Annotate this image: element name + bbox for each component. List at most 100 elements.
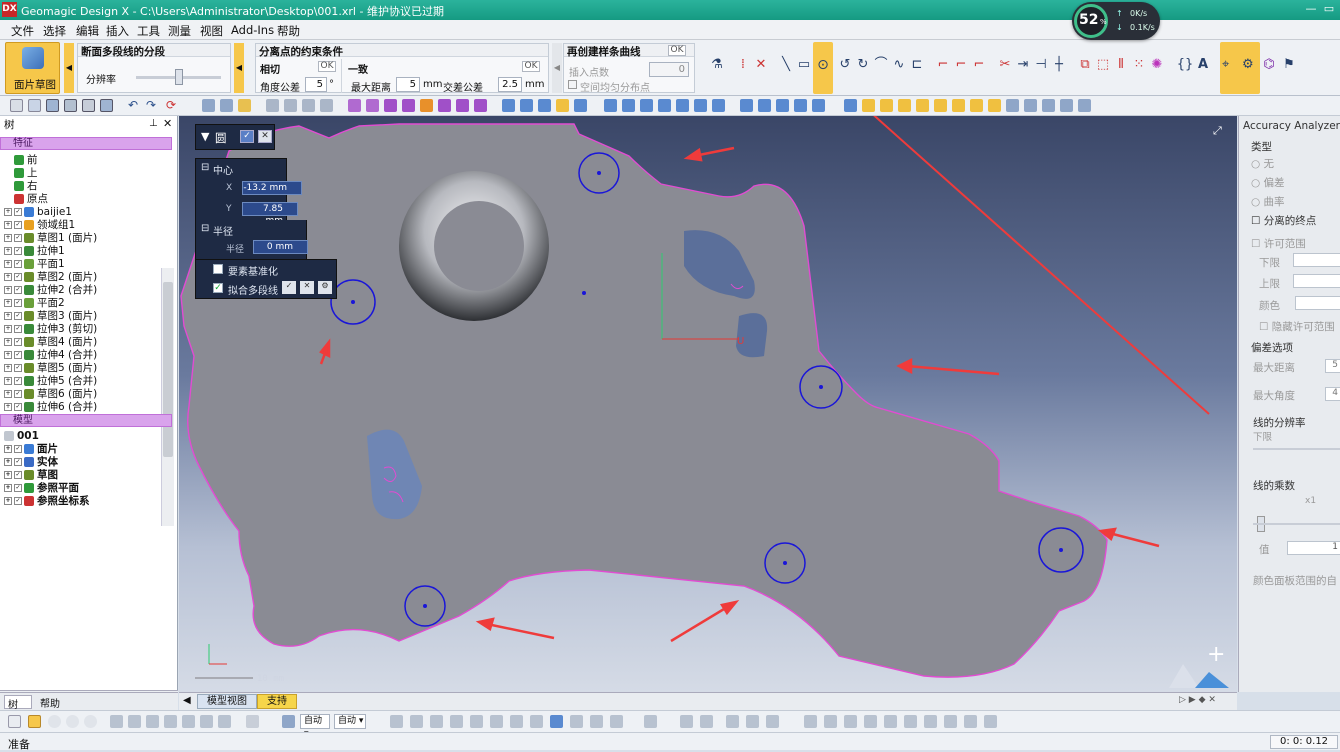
text-icon[interactable]: A: [1194, 56, 1212, 74]
collapse-icon[interactable]: ◀: [234, 43, 244, 93]
select-brush-icon[interactable]: [84, 715, 97, 728]
filter-icon-1[interactable]: [844, 99, 857, 112]
tab-model-view[interactable]: 模型视图: [197, 694, 257, 709]
opt-deviation[interactable]: ○ 偏差: [1251, 175, 1285, 190]
tree-item[interactable]: 上: [14, 167, 38, 180]
import-icon[interactable]: [64, 99, 77, 112]
maximize-view-icon[interactable]: ⤢: [1213, 124, 1222, 137]
tree-item[interactable]: + ✓ 拉伸2 (合并): [4, 284, 97, 297]
filter-tool-2[interactable]: [410, 715, 423, 728]
lower-input[interactable]: [1293, 253, 1340, 267]
cancel-icon[interactable]: ✕: [258, 130, 272, 143]
arc-icon[interactable]: ↺: [836, 56, 854, 74]
max-distance-input[interactable]: 5: [396, 77, 420, 92]
filter-icon-5[interactable]: [916, 99, 929, 112]
cube-front-icon[interactable]: [502, 99, 515, 112]
display-icon-2[interactable]: [402, 99, 415, 112]
rotate2-icon[interactable]: [366, 99, 379, 112]
snap-tool-6[interactable]: [804, 715, 817, 728]
spline-ok-toggle[interactable]: OK: [668, 45, 686, 56]
model-tree-item[interactable]: + ✓ 实体: [4, 456, 58, 469]
menu-view[interactable]: 视图: [200, 23, 223, 39]
open-icon[interactable]: [28, 99, 41, 112]
shade-icon-7[interactable]: [712, 99, 725, 112]
maximize-button[interactable]: ▭: [1322, 3, 1336, 15]
line-icon[interactable]: ╲: [777, 56, 795, 74]
section-icon-3[interactable]: [776, 99, 789, 112]
shade-icon-2[interactable]: [622, 99, 635, 112]
filter-tool-5[interactable]: [470, 715, 483, 728]
upper-input[interactable]: [1293, 274, 1340, 288]
view-icon-1[interactable]: [202, 99, 215, 112]
separated-endpoint[interactable]: ☐ 分离的终点: [1251, 213, 1316, 228]
slot-icon[interactable]: ⊏: [908, 56, 926, 74]
cross-tolerance-input[interactable]: 2.5: [498, 77, 522, 92]
display-icon-5[interactable]: [456, 99, 469, 112]
tree-item[interactable]: + ✓ 草图3 (面片): [4, 310, 97, 323]
shade-icon-3[interactable]: [640, 99, 653, 112]
part-canvas[interactable]: U 10 mm + ⤢: [179, 116, 1237, 692]
rectangle-icon[interactable]: ▭: [795, 56, 813, 74]
snap-tool-5[interactable]: [766, 715, 779, 728]
snap-tool-2[interactable]: [700, 715, 713, 728]
multiplier-slider[interactable]: [1253, 523, 1340, 525]
menu-edit[interactable]: 编辑: [76, 23, 99, 39]
shade-icon-6[interactable]: [694, 99, 707, 112]
close-icon[interactable]: ✕: [163, 117, 172, 130]
scrollbar-thumb[interactable]: [163, 282, 173, 457]
snap-tool-8[interactable]: [844, 715, 857, 728]
tree-item[interactable]: + ✓ 平面2: [4, 297, 65, 310]
snap-tool-15[interactable]: [984, 715, 997, 728]
tree-item[interactable]: + ✓ 平面1: [4, 258, 65, 271]
resolution-slider[interactable]: [1253, 448, 1340, 450]
rebuild-icon[interactable]: ⟳: [166, 98, 176, 112]
select-box-icon[interactable]: [28, 715, 41, 728]
tab-prev-icon[interactable]: ◀: [183, 695, 191, 706]
tab-help[interactable]: 帮助: [40, 695, 60, 710]
menu-tools[interactable]: 工具: [137, 23, 160, 39]
filter-tool-3[interactable]: [430, 715, 443, 728]
point-icon[interactable]: ✕: [752, 56, 770, 74]
model-tree-item[interactable]: + ✓ 草图: [4, 469, 58, 482]
tree-scrollbar[interactable]: [161, 268, 174, 526]
tree-item[interactable]: + ✓ 草图2 (面片): [4, 271, 97, 284]
select-tool-7[interactable]: [218, 715, 231, 728]
tree-item[interactable]: + ✓ 拉伸6 (合并): [4, 401, 97, 414]
center-y-input[interactable]: 7.85 mm: [242, 202, 298, 226]
opt-none[interactable]: ○ 无: [1251, 156, 1274, 171]
select-tool-4[interactable]: [164, 715, 177, 728]
menu-addins[interactable]: Add-Ins: [231, 23, 274, 37]
tab-tree[interactable]: 树: [4, 695, 32, 711]
fit-option-icon-2[interactable]: ✕: [300, 281, 314, 294]
normalize-checkbox[interactable]: [213, 264, 223, 274]
menu-measure[interactable]: 测量: [168, 23, 191, 39]
fit-option-icon-3[interactable]: ⚙: [318, 281, 332, 294]
filter-icon-12[interactable]: [1042, 99, 1055, 112]
performance-widget[interactable]: 52 % ↑ 0K/s ↓ 0.1K/s: [1072, 2, 1160, 40]
collapse-icon-2[interactable]: ◀: [552, 43, 562, 93]
extend-icon[interactable]: ⇥: [1014, 56, 1032, 74]
filter-icon-2[interactable]: [862, 99, 875, 112]
undo-icon[interactable]: ↶: [128, 98, 138, 112]
radius-collapse-icon[interactable]: ⊟: [201, 223, 209, 234]
filter-tool-13[interactable]: [644, 715, 657, 728]
marker-icon[interactable]: ⁞: [734, 56, 752, 74]
snap-tool-14[interactable]: [964, 715, 977, 728]
snap-tool-1[interactable]: [680, 715, 693, 728]
filter-tool-12[interactable]: [610, 715, 623, 728]
section-icon-4[interactable]: [794, 99, 807, 112]
section-icon-2[interactable]: [758, 99, 771, 112]
cube-iso-icon[interactable]: [556, 99, 569, 112]
snap-tool-10[interactable]: [884, 715, 897, 728]
consistent-ok-toggle[interactable]: OK: [522, 61, 540, 72]
save-icon[interactable]: [46, 99, 59, 112]
snap-tool-13[interactable]: [944, 715, 957, 728]
tree-item[interactable]: + ✓ baijie1: [4, 206, 72, 219]
select-tool-6[interactable]: [200, 715, 213, 728]
sketch-tools-group[interactable]: ⌖ ⚙: [1220, 42, 1260, 94]
opt-curvature[interactable]: ○ 曲率: [1251, 194, 1285, 209]
select-circle-icon[interactable]: [48, 715, 61, 728]
filter-tool-10[interactable]: [570, 715, 583, 728]
center-x-input[interactable]: -13.2 mm: [242, 181, 302, 195]
resolution-slider-thumb[interactable]: [175, 69, 183, 85]
